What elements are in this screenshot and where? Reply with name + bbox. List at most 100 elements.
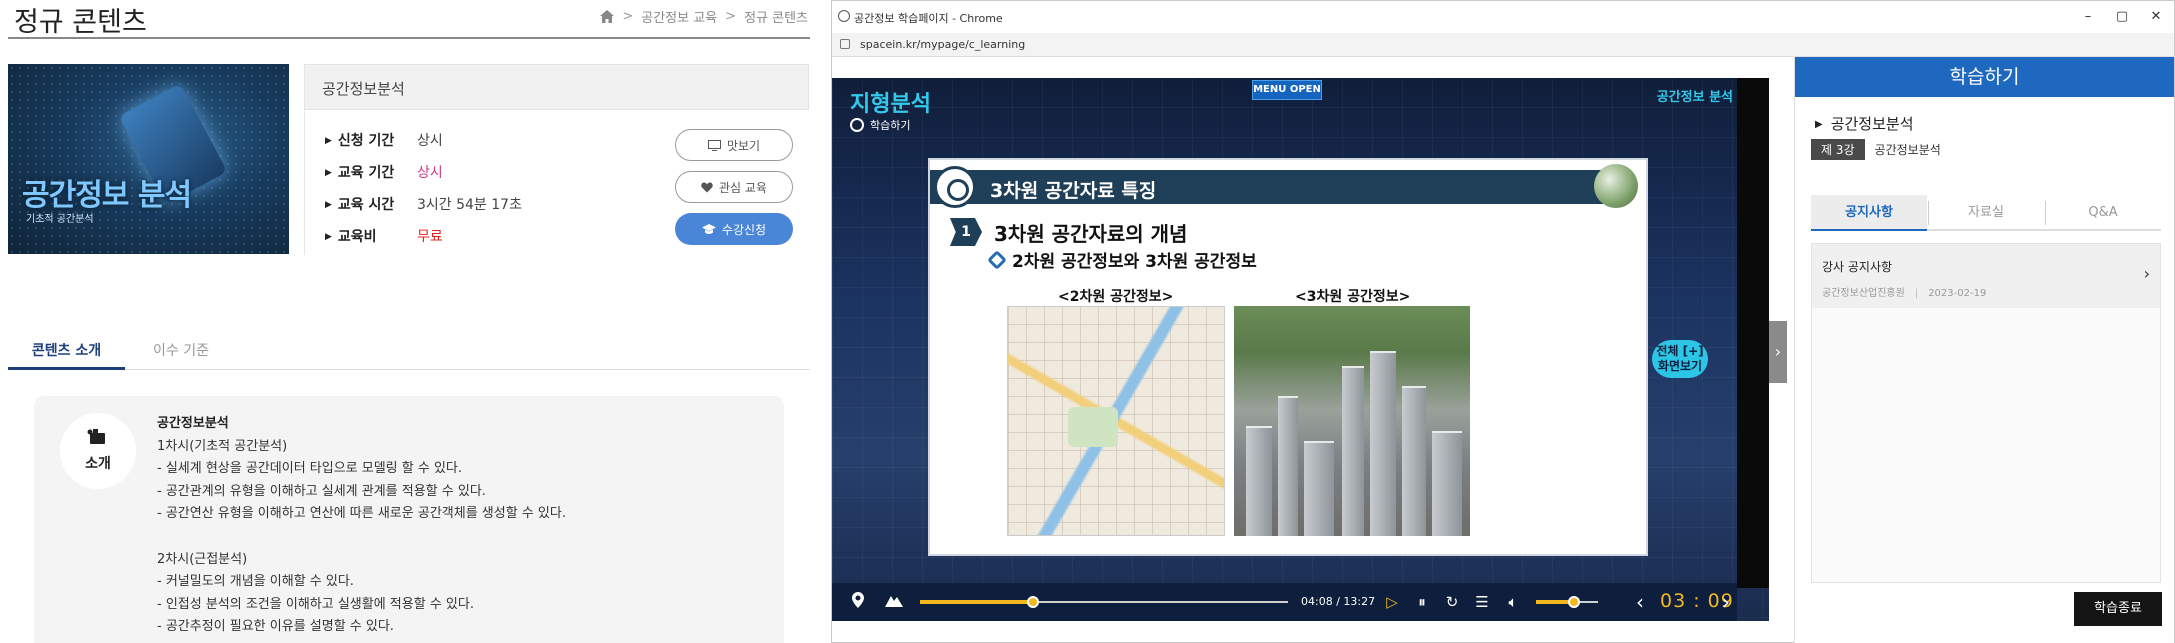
fullscreen-label: 전체 [+] — [1656, 344, 1704, 358]
slide-heading: 3차원 공간자료의 개념 — [994, 222, 1188, 246]
slide-subheading-text: 2차원 공간정보와 3차원 공간정보 — [1012, 252, 1257, 272]
map-3d-image — [1234, 306, 1470, 536]
breadcrumb-item[interactable]: 정규 콘텐츠 — [744, 7, 808, 26]
interest-button[interactable]: 관심 교육 — [675, 171, 793, 203]
home-icon[interactable] — [600, 10, 615, 23]
intro-line: - 공간추정이 필요한 이유를 설명할 수 있다. — [157, 619, 394, 635]
intro-line: - 커널밀도의 개념을 이해할 수 있다. — [157, 574, 354, 590]
intro-line: - 공간연산 유형을 이해하고 연산에 따른 새로운 공간객체를 생성할 수 있… — [157, 506, 566, 522]
window-titlebar[interactable]: 공간정보 학습페이지 - Chrome – ▢ ✕ — [832, 1, 2174, 33]
mountain-icon[interactable] — [884, 592, 904, 612]
slide-subheading: 2차원 공간정보와 3차원 공간정보 — [987, 247, 1257, 272]
tab-completion-criteria[interactable]: 이수 기준 — [153, 340, 209, 360]
fullscreen-button[interactable]: 전체 [+] 화면보기 — [1652, 340, 1708, 378]
progress-handle[interactable] — [1027, 596, 1040, 608]
info-row-study-period: 교육 기간 상시 — [325, 162, 443, 182]
course-thumbnail: 공간정보 분석 기초적 공간분석 — [8, 64, 289, 254]
intro-text: 공간정보분석 1차시(기초적 공간분석) - 실세계 현상을 공간데이터 타입으… — [157, 413, 566, 639]
prev-icon[interactable]: ‹ — [1630, 592, 1650, 612]
course-detail-page: 정규 콘텐츠 > 공간정보 교육 > 정규 콘텐츠 공간정보 분석 기초적 공간… — [0, 0, 820, 643]
interest-button-label: 관심 교육 — [719, 180, 767, 195]
panel-toggle-chevron-icon[interactable]: › — [1769, 321, 1787, 383]
next-icon[interactable]: › — [1716, 592, 1736, 612]
location-icon[interactable] — [848, 592, 868, 612]
notice-title: 강사 공지사항 — [1822, 260, 1893, 274]
time-display: 04:08 / 13:27 — [1301, 595, 1376, 608]
volume-handle[interactable] — [1568, 596, 1581, 608]
close-icon[interactable]: ✕ — [2146, 7, 2166, 27]
intro-title: 공간정보분석 — [157, 416, 229, 431]
course-name: 공간정보분석 — [322, 80, 405, 98]
building — [1246, 426, 1272, 536]
screen: 정규 콘텐츠 > 공간정보 교육 > 정규 콘텐츠 공간정보 분석 기초적 공간… — [0, 0, 2175, 643]
url-text[interactable]: spacein.kr/mypage/c_learning — [860, 38, 1025, 51]
volume-slider[interactable] — [1536, 596, 1598, 608]
building — [1304, 441, 1334, 536]
replay-icon[interactable]: ↻ — [1442, 592, 1462, 612]
label-3d: <3차원 공간정보> — [1295, 289, 1411, 305]
notice-meta: 공간정보산업진흥원 | 2023-02-19 — [1822, 284, 1986, 299]
tab-intro[interactable]: 콘텐츠 소개 — [8, 328, 125, 370]
play-icon[interactable]: ▷ — [1382, 592, 1402, 612]
panel-tabs: 공지사항 자료실 Q&A — [1811, 195, 2161, 231]
label-2d: <2차원 공간정보> — [1058, 289, 1174, 305]
volume-icon[interactable]: 🔈︎ — [1503, 592, 1523, 612]
address-bar[interactable]: spacein.kr/mypage/c_learning — [832, 33, 2174, 57]
enroll-button[interactable]: 수강신청 — [675, 213, 793, 245]
globe-icon — [1594, 164, 1638, 208]
map-park-area — [1068, 407, 1118, 447]
episode-info: 제 3강 공간정보분석 — [1811, 139, 1941, 160]
video-player[interactable]: 지형분석 학습하기 MENU OPEN 공간정보 분석 3차원 공간자료 특징 … — [832, 78, 1769, 621]
info-value: 3시간 54분 17초 — [417, 197, 522, 213]
title-divider — [8, 37, 810, 39]
hexagon-bullet-icon — [987, 249, 1007, 270]
player-title: 지형분석 — [850, 92, 931, 117]
thumbnail-subtitle: 기초적 공간분석 — [26, 214, 94, 225]
progress-fill — [920, 600, 1034, 604]
list-icon[interactable]: ☰ — [1472, 592, 1492, 612]
intro-line: 1차시(기초적 공간분석) — [157, 438, 288, 454]
building — [1402, 386, 1426, 536]
slide-header: 3차원 공간자료 특징 — [930, 166, 1610, 208]
content-tabs: 콘텐츠 소개 이수 기준 — [8, 328, 810, 370]
breadcrumb-separator: > — [725, 9, 737, 24]
panel-title: 학습하기 — [1795, 57, 2174, 97]
building — [1432, 431, 1462, 536]
thumbnail-title: 공간정보 분석 — [22, 178, 192, 213]
chevron-right-icon[interactable]: › — [2144, 264, 2150, 283]
menu-open-button[interactable]: MENU OPEN — [1252, 80, 1322, 100]
page-title: 정규 콘텐츠 — [14, 7, 147, 38]
progress-bar[interactable] — [920, 596, 1288, 608]
learning-panel: 학습하기 공간정보분석 제 3강 공간정보분석 공지사항 자료실 Q&A 강사 … — [1794, 57, 2174, 643]
info-label: 교육 시간 — [325, 194, 417, 214]
minimize-icon[interactable]: – — [2078, 7, 2098, 27]
scroll-icon — [87, 429, 105, 444]
end-learning-button[interactable]: 학습종료 — [2074, 592, 2162, 626]
tab-qna[interactable]: Q&A — [2045, 195, 2161, 231]
list-item[interactable]: 강사 공지사항 공간정보산업진흥원 | 2023-02-19 › — [1812, 244, 2160, 308]
info-label: 교육비 — [325, 226, 417, 246]
tab-resources[interactable]: 자료실 — [1928, 195, 2044, 231]
intro-badge-label: 소개 — [85, 456, 111, 472]
preview-button-label: 맛보기 — [726, 138, 761, 153]
intro-line: - 실세계 현상을 공간데이터 타입으로 모델링 할 수 있다. — [157, 461, 463, 477]
notice-author: 공간정보산업진흥원 — [1822, 288, 1905, 299]
player-brand: 공간정보 분석 — [1656, 90, 1733, 105]
episode-tag: 제 3강 — [1811, 139, 1865, 160]
pause-icon[interactable]: ⏸ — [1412, 592, 1432, 612]
player-edge — [1737, 78, 1769, 588]
maximize-icon[interactable]: ▢ — [2112, 7, 2132, 27]
intro-line: - 인접성 분석의 조건을 이해하고 실생활에 적용할 수 있다. — [157, 596, 474, 612]
intro-line: - 공간관계의 유형을 이해하고 실세계 관계를 적용할 수 있다. — [157, 483, 486, 499]
info-row-fee: 교육비 무료 — [325, 226, 443, 246]
notice-list: 강사 공지사항 공간정보산업진흥원 | 2023-02-19 › — [1811, 243, 2161, 583]
intro-badge: 소개 — [60, 413, 136, 489]
learn-icon — [850, 118, 864, 132]
player-subtitle: 학습하기 — [850, 117, 910, 133]
tab-notice[interactable]: 공지사항 — [1811, 195, 1927, 231]
preview-button[interactable]: 맛보기 — [675, 129, 793, 161]
breadcrumb-item[interactable]: 공간정보 교육 — [641, 7, 717, 26]
lock-icon[interactable] — [840, 39, 850, 49]
info-value: 무료 — [417, 229, 443, 245]
map-2d-image — [1007, 306, 1225, 536]
